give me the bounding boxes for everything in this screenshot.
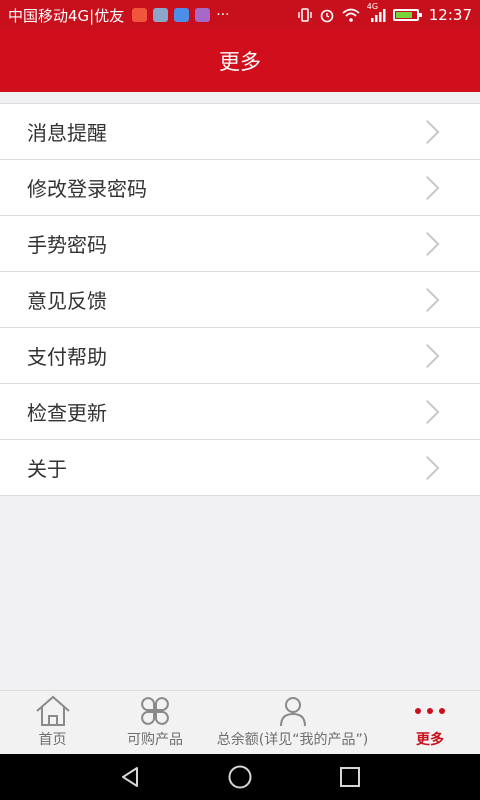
- menu-item-label: 手势密码: [27, 233, 107, 257]
- menu-item-label: 关于: [27, 457, 67, 481]
- menu-item-about[interactable]: 关于: [0, 440, 480, 496]
- battery-icon: [392, 9, 422, 21]
- chevron-right-icon: [415, 399, 440, 424]
- more-notifications-icon: ···: [216, 7, 230, 23]
- chevron-right-icon: [415, 119, 440, 144]
- tab-home[interactable]: 首页: [0, 691, 105, 755]
- page-title: 更多: [219, 50, 261, 74]
- clover-icon: [141, 697, 169, 725]
- menu-item-label: 支付帮助: [27, 345, 107, 369]
- app-notification-icon: [132, 8, 148, 22]
- menu-item-gesture-password[interactable]: 手势密码: [0, 216, 480, 272]
- chevron-right-icon: [415, 343, 440, 368]
- chevron-right-icon: [415, 287, 440, 312]
- more-dots-icon: [415, 708, 445, 714]
- settings-menu: 消息提醒 修改登录密码 手势密码 意见反馈 支付帮助 检查更新 关于: [0, 103, 480, 496]
- person-icon: [279, 697, 306, 727]
- status-right: 4G 12:37: [297, 2, 472, 24]
- menu-item-feedback[interactable]: 意见反馈: [0, 272, 480, 328]
- tab-label: 更多: [416, 732, 444, 748]
- recents-button[interactable]: [330, 762, 370, 792]
- home-button[interactable]: [220, 762, 260, 792]
- chevron-right-icon: [415, 175, 440, 200]
- signal-icon: 4G: [367, 2, 387, 23]
- menu-item-change-login-password[interactable]: 修改登录密码: [0, 160, 480, 216]
- home-icon: [35, 695, 70, 726]
- tab-total-balance[interactable]: 总余额(详见“我的产品”): [205, 691, 380, 755]
- system-nav-bar: [0, 754, 480, 800]
- alarm-icon: [320, 9, 334, 23]
- menu-item-label: 消息提醒: [27, 121, 107, 145]
- vibrate-icon: [298, 8, 312, 22]
- back-icon: [122, 767, 138, 787]
- wifi-icon: [342, 8, 360, 22]
- notification-icons: ···: [132, 7, 230, 23]
- menu-item-label: 意见反馈: [27, 289, 107, 313]
- message-notification-icon: [174, 8, 190, 22]
- clock: 12:37: [428, 6, 472, 24]
- network-type-label: 4G: [366, 2, 379, 11]
- tab-label: 总余额(详见“我的产品”): [216, 732, 369, 748]
- menu-item-payment-help[interactable]: 支付帮助: [0, 328, 480, 384]
- carrier-label: 中国移动4G|优友: [8, 6, 125, 25]
- status-bar: 中国移动4G|优友 ··· 4G 12:37: [0, 0, 480, 30]
- tab-label: 可购产品: [127, 732, 183, 748]
- header: 更多: [0, 30, 480, 92]
- chevron-right-icon: [415, 231, 440, 256]
- image-notification-icon: [195, 8, 211, 22]
- menu-item-label: 修改登录密码: [27, 177, 147, 201]
- chevron-right-icon: [415, 455, 440, 480]
- bottom-tab-bar: 首页 可购产品 总余额(详见“我的产品”) 更多: [0, 690, 480, 755]
- menu-item-label: 检查更新: [27, 401, 107, 425]
- menu-item-check-update[interactable]: 检查更新: [0, 384, 480, 440]
- home-circle-icon: [228, 765, 252, 789]
- gallery-notification-icon: [153, 8, 169, 22]
- tab-more[interactable]: 更多: [380, 691, 480, 755]
- recents-icon: [340, 767, 360, 787]
- menu-item-notifications[interactable]: 消息提醒: [0, 104, 480, 160]
- tab-label: 首页: [38, 732, 67, 748]
- back-button[interactable]: [110, 762, 150, 792]
- tab-available-products[interactable]: 可购产品: [105, 691, 205, 755]
